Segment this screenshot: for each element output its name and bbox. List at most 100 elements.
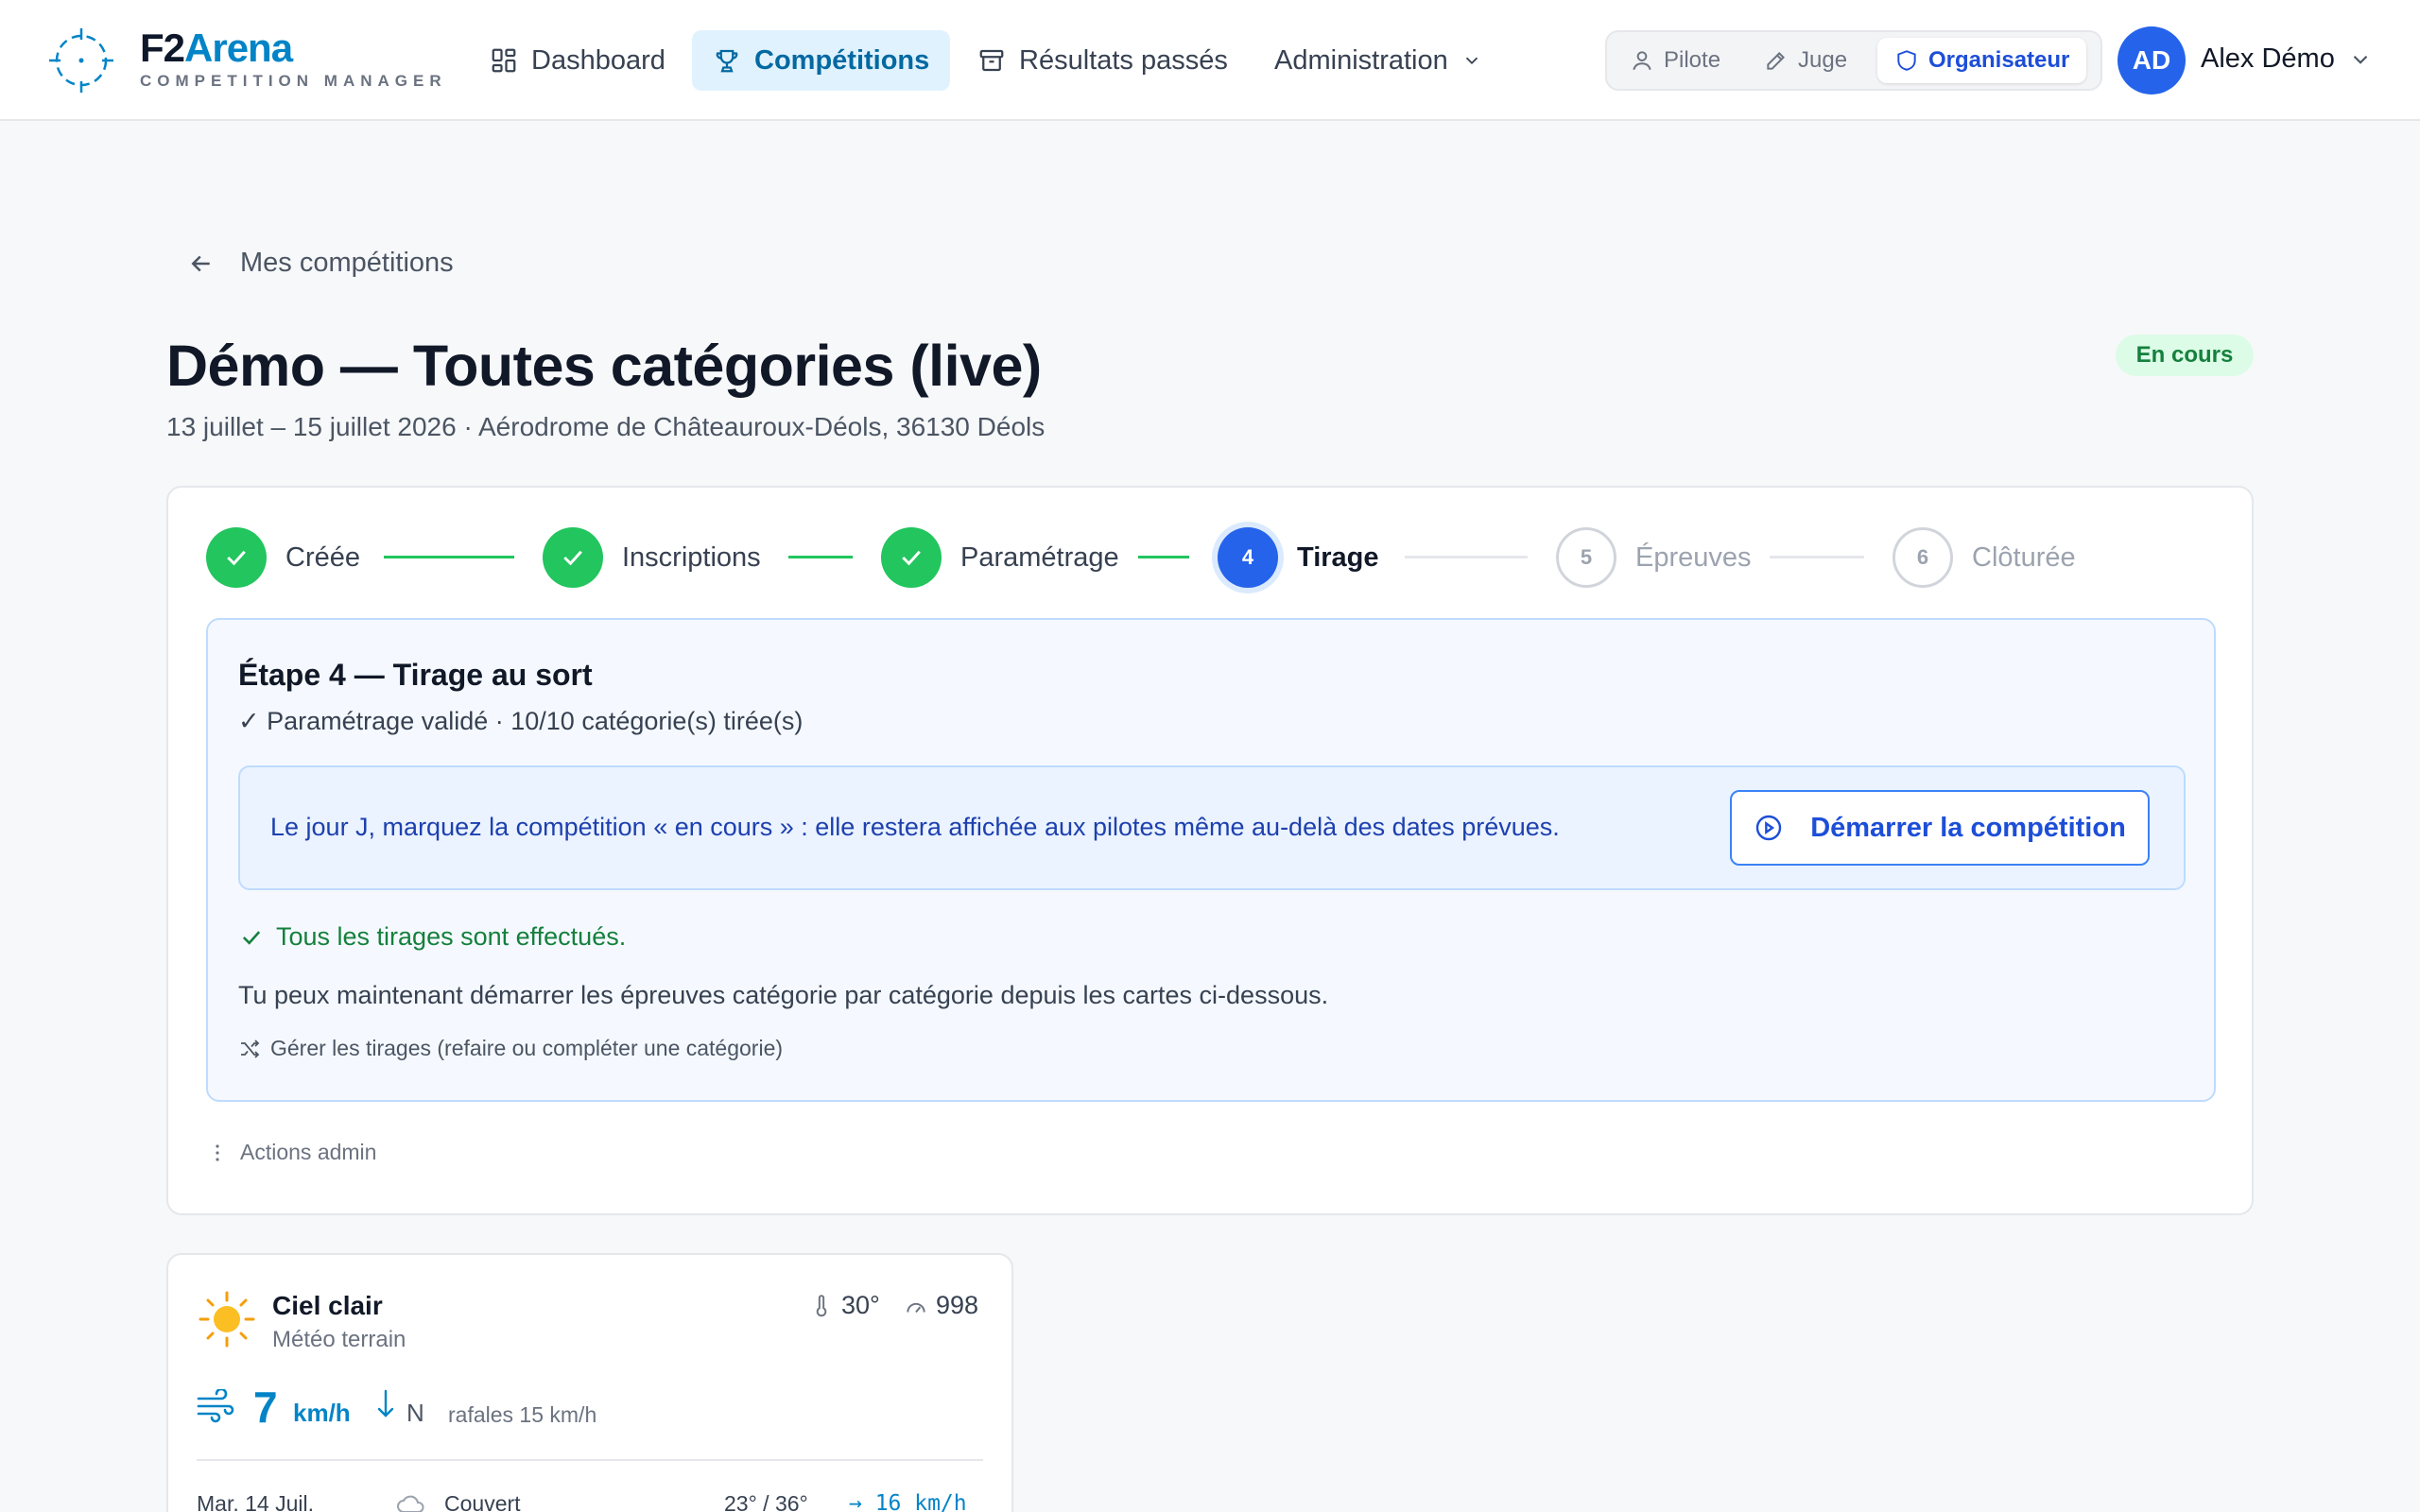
logo-crosshair-icon bbox=[49, 28, 113, 93]
arrow-down-icon bbox=[377, 1389, 394, 1418]
forecast-condition: Couvert bbox=[444, 1491, 521, 1512]
stage-title: Étape 4 — Tirage au sort bbox=[238, 658, 593, 692]
weather-temperature: 30° bbox=[809, 1291, 880, 1320]
step-created: Créée bbox=[206, 527, 360, 588]
check-icon bbox=[563, 550, 582, 566]
wind-speed: 7 bbox=[253, 1383, 278, 1432]
forecast-temperatures: 23° / 36° bbox=[724, 1491, 808, 1512]
admin-actions-menu[interactable]: Actions admin bbox=[206, 1140, 376, 1165]
step-registrations: Inscriptions bbox=[543, 527, 761, 588]
weather-condition: Ciel clair bbox=[272, 1291, 383, 1320]
step-draw: 4 Tirage bbox=[1218, 527, 1379, 588]
step-events: 5 Épreuves bbox=[1556, 527, 1752, 588]
step-connector bbox=[384, 556, 514, 558]
next-step-info: Tu peux maintenant démarrer les épreuves… bbox=[238, 981, 1329, 1009]
gauge-icon bbox=[907, 1302, 925, 1313]
stage-panel: Étape 4 — Tirage au sort ✓ Paramétrage v… bbox=[206, 618, 2216, 1102]
notice-text: Le jour J, marquez la compétition « en c… bbox=[270, 813, 1560, 841]
brand-tagline: COMPETITION MANAGER bbox=[140, 72, 447, 90]
step-draw-circle: 4 bbox=[1218, 527, 1278, 588]
check-icon bbox=[242, 930, 261, 945]
nav-dashboard[interactable]: Dashboard bbox=[469, 30, 686, 91]
temperature-value: 30° bbox=[841, 1291, 880, 1319]
cloud-icon bbox=[397, 1495, 424, 1512]
trophy-icon bbox=[716, 49, 738, 73]
wind-gusts: rafales 15 km/h bbox=[448, 1402, 597, 1427]
forecast-row: Mar. 14 Juil. Couvert 23° / 36° → 16 km/… bbox=[197, 1491, 983, 1512]
step-connector bbox=[1770, 556, 1864, 558]
start-competition-notice: Le jour J, marquez la compétition « en c… bbox=[238, 765, 2186, 890]
status-badge: En cours bbox=[2116, 335, 2254, 376]
step-events-circle: 5 bbox=[1556, 527, 1616, 588]
avatar[interactable]: AD bbox=[2118, 26, 2186, 94]
brand-name[interactable]: F2Arena bbox=[140, 26, 293, 70]
brand-part-2: Arena bbox=[184, 26, 293, 70]
sun-icon bbox=[199, 1291, 255, 1348]
step-registrations-circle bbox=[543, 527, 603, 588]
admin-actions-label: Actions admin bbox=[240, 1140, 377, 1164]
back-to-competitions-link[interactable]: Mes compétitions bbox=[187, 248, 454, 279]
competition-progress-card: Créée Inscriptions Paramétrage 4 Tirage … bbox=[166, 486, 2254, 1215]
step-created-label: Créée bbox=[285, 541, 360, 573]
start-competition-button[interactable]: Démarrer la compétition bbox=[1730, 790, 2150, 866]
nav-competitions-label: Compétitions bbox=[754, 44, 930, 76]
weather-source: Météo terrain bbox=[272, 1327, 406, 1352]
step-connector bbox=[1138, 556, 1189, 558]
manage-draws-label: Gérer les tirages (refaire ou compléter … bbox=[270, 1036, 784, 1060]
forecast-wind: → 16 km/h bbox=[849, 1491, 967, 1512]
start-competition-label: Démarrer la compétition bbox=[1810, 812, 2126, 843]
step-created-circle bbox=[206, 527, 267, 588]
step-settings-label: Paramétrage bbox=[960, 541, 1119, 573]
draws-complete-message: Tous les tirages sont effectués. bbox=[238, 922, 626, 952]
weather-divider bbox=[197, 1459, 983, 1461]
nav-past-results-label: Résultats passés bbox=[1019, 44, 1228, 76]
user-name[interactable]: Alex Démo bbox=[2201, 43, 2335, 75]
manage-draws-link[interactable]: Gérer les tirages (refaire ou compléter … bbox=[238, 1036, 783, 1061]
wind-icon bbox=[197, 1389, 234, 1423]
role-juge[interactable]: Juge bbox=[1747, 38, 1864, 83]
draws-complete-text: Tous les tirages sont effectués. bbox=[276, 922, 627, 951]
shield-icon bbox=[1897, 50, 1916, 71]
wind-unit: km/h bbox=[293, 1399, 351, 1427]
play-circle-icon bbox=[1755, 815, 1782, 841]
weather-card: Ciel clair Météo terrain 30° 998 7 km/h … bbox=[166, 1253, 1013, 1512]
role-switcher: Pilote Juge Organisateur bbox=[1605, 30, 2102, 91]
user-icon bbox=[1633, 51, 1651, 71]
top-navbar: F2Arena COMPETITION MANAGER Dashboard Co… bbox=[0, 0, 2420, 121]
step-events-label: Épreuves bbox=[1635, 541, 1752, 573]
check-icon bbox=[227, 550, 246, 566]
chevron-down-icon bbox=[1465, 57, 1478, 65]
brand-part-1: F2 bbox=[140, 26, 185, 70]
step-settings-circle bbox=[881, 527, 942, 588]
competition-dates-location: 13 juillet – 15 juillet 2026 · Aérodrome… bbox=[166, 412, 1046, 441]
step-closed-label: Clôturée bbox=[1972, 541, 2076, 573]
thermometer-icon bbox=[816, 1294, 827, 1316]
dashboard-icon bbox=[492, 48, 516, 73]
role-juge-label: Juge bbox=[1798, 47, 1848, 73]
weather-pressure: 998 bbox=[904, 1291, 978, 1320]
step-draw-label: Tirage bbox=[1297, 541, 1379, 573]
wind-direction: N bbox=[406, 1399, 424, 1427]
forecast-date: Mar. 14 Juil. bbox=[197, 1491, 314, 1512]
user-menu-chevron-down-icon[interactable] bbox=[2348, 47, 2373, 72]
nav-competitions[interactable]: Compétitions bbox=[692, 30, 951, 91]
step-connector bbox=[1405, 556, 1528, 558]
step-registrations-label: Inscriptions bbox=[622, 541, 761, 573]
shuffle-icon bbox=[241, 1039, 260, 1058]
role-organisateur[interactable]: Organisateur bbox=[1877, 38, 2087, 83]
check-icon bbox=[902, 550, 921, 566]
pressure-value: 998 bbox=[936, 1291, 979, 1319]
step-connector bbox=[788, 556, 853, 558]
page-title: Démo — Toutes catégories (live) bbox=[166, 334, 1042, 398]
nav-administration-label: Administration bbox=[1274, 44, 1448, 76]
role-pilote-label: Pilote bbox=[1664, 47, 1721, 73]
nav-past-results[interactable]: Résultats passés bbox=[957, 30, 1249, 91]
nav-administration[interactable]: Administration bbox=[1253, 30, 1503, 91]
role-pilote[interactable]: Pilote bbox=[1613, 38, 1737, 83]
archive-icon bbox=[979, 49, 1004, 72]
arrow-left-icon bbox=[191, 255, 210, 271]
step-closed-circle: 6 bbox=[1893, 527, 1953, 588]
step-closed: 6 Clôturée bbox=[1893, 527, 2076, 588]
step-settings: Paramétrage bbox=[881, 527, 1119, 588]
pencil-icon bbox=[1767, 52, 1785, 70]
